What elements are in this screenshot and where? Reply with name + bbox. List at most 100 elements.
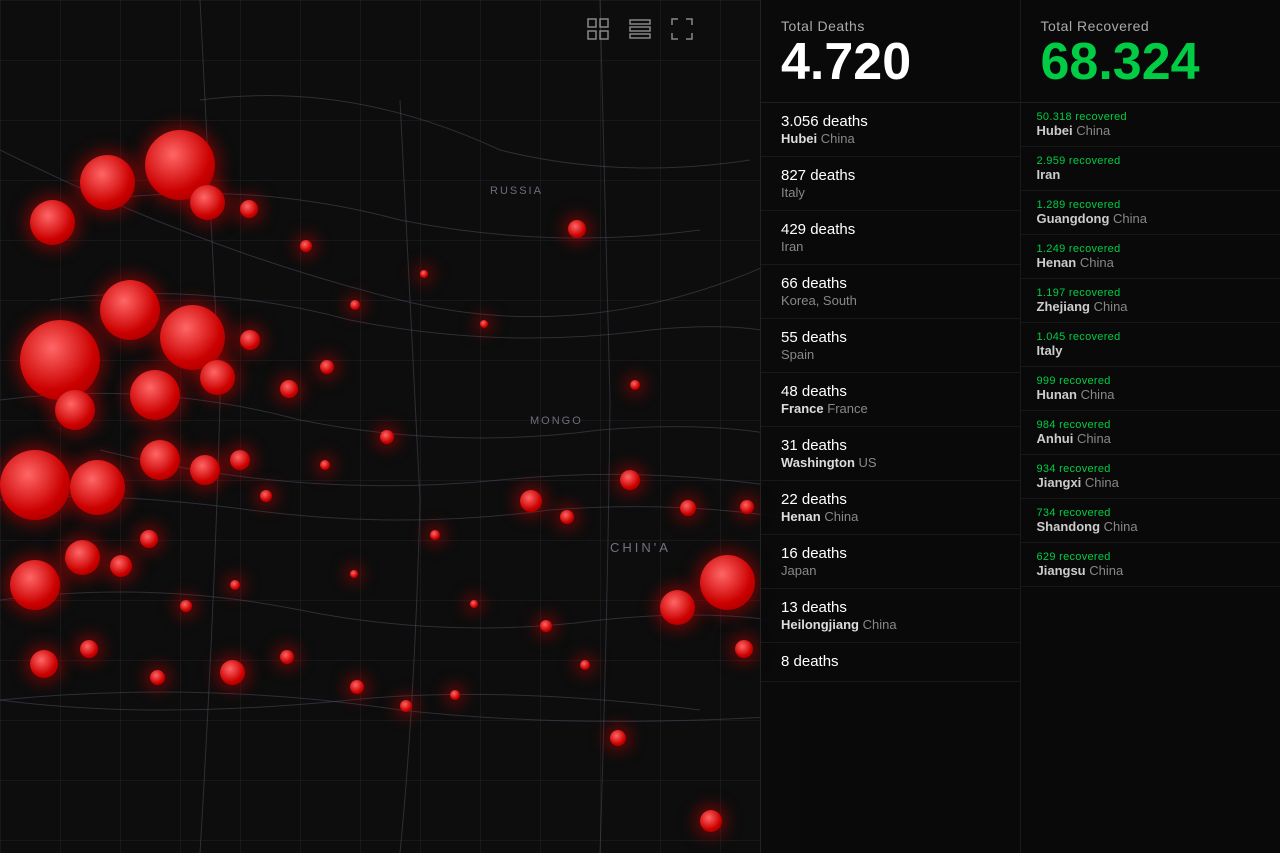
map-label-russia: RUSSIA xyxy=(490,185,543,197)
list-item: 1.045 recovered Italy xyxy=(1021,323,1280,367)
dot-sc-11 xyxy=(470,600,478,608)
dot-small-2 xyxy=(240,330,260,350)
stat-location: Spain xyxy=(781,347,1000,362)
stat-location: Iran xyxy=(781,239,1000,254)
recovered-total: 68.324 xyxy=(1041,36,1261,88)
dot-small-8 xyxy=(280,650,294,664)
rec-location: Hubei China xyxy=(1037,123,1265,138)
rec-location: Iran xyxy=(1037,167,1265,182)
stat-count: 429 deaths xyxy=(781,221,1000,238)
dot-large-5 xyxy=(100,280,160,340)
deaths-total: 4.720 xyxy=(781,36,1000,88)
stat-count: 827 deaths xyxy=(781,167,1000,184)
stat-count: 55 deaths xyxy=(781,329,1000,346)
list-item: 734 recovered Shandong China xyxy=(1021,499,1280,543)
list-item: 1.289 recovered Guangdong China xyxy=(1021,191,1280,235)
rec-count: 934 recovered xyxy=(1037,463,1265,475)
dot-sc-20 xyxy=(610,730,626,746)
stat-count: 22 deaths xyxy=(781,491,1000,508)
list-item: 48 deaths France France xyxy=(761,373,1020,427)
dot-sc-10 xyxy=(430,530,440,540)
list-icon[interactable] xyxy=(629,18,651,45)
dot-sc-1 xyxy=(300,240,312,252)
dot-small-7 xyxy=(150,670,165,685)
stat-count: 13 deaths xyxy=(781,599,1000,616)
rec-count: 999 recovered xyxy=(1037,375,1265,387)
dot-sc-3 xyxy=(420,270,428,278)
rec-location: Anhui China xyxy=(1037,431,1265,446)
rec-count: 1.197 recovered xyxy=(1037,287,1265,299)
dot-small-3 xyxy=(230,450,250,470)
stat-location: Korea, South xyxy=(781,293,1000,308)
dot-medium-6 xyxy=(190,455,220,485)
dot-sc-5 xyxy=(520,490,542,512)
qr-icon[interactable] xyxy=(671,18,693,45)
rec-count: 984 recovered xyxy=(1037,419,1265,431)
deaths-header: Total Deaths 4.720 xyxy=(761,0,1020,94)
dot-small-9 xyxy=(350,680,364,694)
dot-china-bottom2 xyxy=(700,810,722,832)
dot-china-1 xyxy=(620,470,640,490)
dot-sc-17 xyxy=(180,600,192,612)
dot-small-10 xyxy=(400,700,412,712)
rec-location: Zhejiang China xyxy=(1037,299,1265,314)
dot-sc-9 xyxy=(380,430,394,444)
list-item: 55 deaths Spain xyxy=(761,319,1020,373)
dot-medium-9 xyxy=(220,660,245,685)
dot-large-1 xyxy=(80,155,135,210)
grid-icon[interactable] xyxy=(587,18,609,45)
rec-count: 1.289 recovered xyxy=(1037,199,1265,211)
rec-count: 1.249 recovered xyxy=(1037,243,1265,255)
dot-sc-16 xyxy=(320,360,334,374)
dot-china-2 xyxy=(680,500,696,516)
icon-bar xyxy=(587,18,693,45)
stat-location: Italy xyxy=(781,185,1000,200)
list-item: 1.197 recovered Zhejiang China xyxy=(1021,279,1280,323)
dot-russia-small xyxy=(568,220,586,238)
recovered-panel: Total Recovered 68.324 50.318 recovered … xyxy=(1021,0,1280,853)
stat-count: 48 deaths xyxy=(781,383,1000,400)
list-item: 22 deaths Henan China xyxy=(761,481,1020,535)
recovered-title: Total Recovered xyxy=(1041,18,1261,34)
stat-location: Heilongjiang China xyxy=(781,617,1000,632)
list-item: 984 recovered Anhui China xyxy=(1021,411,1280,455)
stat-count: 31 deaths xyxy=(781,437,1000,454)
deaths-panel: Total Deaths 4.720 3.056 deaths Hubei Ch… xyxy=(761,0,1021,853)
map-label-china: CHIN'A xyxy=(610,540,671,555)
list-item: 934 recovered Jiangxi China xyxy=(1021,455,1280,499)
dot-small-4 xyxy=(110,555,132,577)
dot-small-11 xyxy=(450,690,460,700)
dot-medium-4 xyxy=(200,360,235,395)
dot-china-medium xyxy=(660,590,695,625)
list-item: 13 deaths Heilongjiang China xyxy=(761,589,1020,643)
dot-china-small2 xyxy=(740,500,754,514)
dot-large-3 xyxy=(30,200,75,245)
rec-location: Henan China xyxy=(1037,255,1265,270)
dot-medium-1 xyxy=(190,185,225,220)
list-item: 66 deaths Korea, South xyxy=(761,265,1020,319)
dot-small-5 xyxy=(140,530,158,548)
list-item: 827 deaths Italy xyxy=(761,157,1020,211)
rec-location: Jiangsu China xyxy=(1037,563,1265,578)
dot-medium-8 xyxy=(30,650,58,678)
list-item: 2.959 recovered Iran xyxy=(1021,147,1280,191)
dot-large-8 xyxy=(70,460,125,515)
dot-sc-19 xyxy=(630,380,640,390)
dot-sc-4 xyxy=(480,320,488,328)
stat-location: Hubei China xyxy=(781,131,1000,146)
dot-large-4 xyxy=(20,320,100,400)
stat-count: 66 deaths xyxy=(781,275,1000,292)
list-item: 16 deaths Japan xyxy=(761,535,1020,589)
dot-medium-7 xyxy=(65,540,100,575)
dot-large-9 xyxy=(10,560,60,610)
rec-location: Hunan China xyxy=(1037,387,1265,402)
rec-count: 50.318 recovered xyxy=(1037,111,1265,123)
recovered-header: Total Recovered 68.324 xyxy=(1021,0,1280,94)
list-item: 999 recovered Hunan China xyxy=(1021,367,1280,411)
dot-small-6 xyxy=(80,640,98,658)
dot-sc-8 xyxy=(260,490,272,502)
stat-location: Henan China xyxy=(781,509,1000,524)
list-item: 8 deaths xyxy=(761,643,1020,682)
stat-count: 3.056 deaths xyxy=(781,113,1000,130)
dot-sc-12 xyxy=(540,620,552,632)
